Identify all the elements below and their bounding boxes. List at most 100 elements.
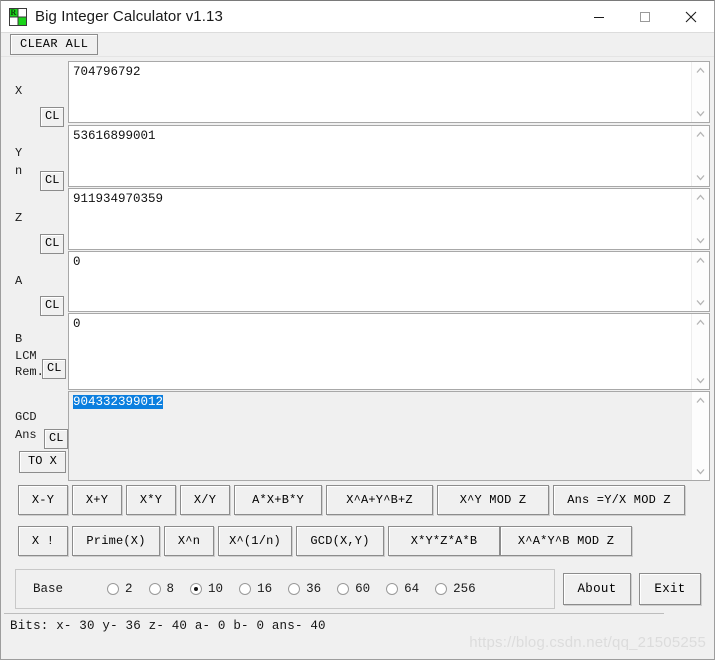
window-controls: [576, 1, 714, 32]
label-column-y: Yn CL: [4, 125, 70, 191]
radio-indicator-2[interactable]: [107, 583, 120, 595]
field-label-b-1: LCM: [15, 349, 37, 363]
title-bar: R Big Integer Calculator v1.13: [1, 1, 714, 33]
text-field-ans[interactable]: 904332399012: [68, 391, 710, 481]
close-button[interactable]: [668, 1, 714, 32]
label-column-b: B LCM Rem. CL: [4, 313, 70, 390]
base-radio-64[interactable]: 64: [386, 582, 419, 596]
operation-button-x-y-z-a-b[interactable]: X*Y*Z*A*B: [388, 526, 500, 556]
base-radio-36[interactable]: 36: [288, 582, 321, 596]
base-radio-group: 2 8 10 16 36 60 64 256: [107, 582, 492, 596]
scroll-down-icon-b[interactable]: [692, 372, 709, 389]
main-content: X CL 704796792 Yn CL 53616899001 Z CL 9119349703…: [1, 57, 714, 659]
vertical-scrollbar-b[interactable]: [691, 314, 709, 389]
text-field-b[interactable]: 0: [68, 313, 710, 390]
scroll-down-icon-x[interactable]: [692, 105, 709, 122]
text-field-value-y[interactable]: 53616899001: [69, 126, 691, 186]
selected-text-ans: 904332399012: [73, 395, 164, 409]
field-label-x-0: X: [15, 84, 23, 98]
scroll-down-icon-a[interactable]: [692, 294, 709, 311]
radio-indicator-60[interactable]: [337, 583, 350, 595]
operation-button-x-a-y-b-mod-z[interactable]: X^A*Y^B MOD Z: [500, 526, 632, 556]
clear-button-b[interactable]: CL: [42, 359, 67, 379]
svg-text:R: R: [11, 8, 17, 17]
base-radio-label-256: 256: [453, 582, 476, 596]
status-bar: Bits: x- 30 y- 36 z- 40 a- 0 b- 0 ans- 4…: [4, 613, 664, 638]
radio-indicator-16[interactable]: [239, 583, 252, 595]
scroll-up-icon-z[interactable]: [692, 189, 709, 206]
scroll-up-icon-y[interactable]: [692, 126, 709, 143]
field-label-ans-1: Ans: [15, 428, 37, 442]
vertical-scrollbar-x[interactable]: [691, 62, 709, 122]
base-radio-60[interactable]: 60: [337, 582, 370, 596]
text-field-value-z[interactable]: 911934970359: [69, 189, 691, 249]
radio-indicator-256[interactable]: [435, 583, 448, 595]
operation-button-x-1-n[interactable]: X^(1/n): [218, 526, 292, 556]
radio-indicator-36[interactable]: [288, 583, 301, 595]
operation-button-x-y-mod-z[interactable]: X^Y MOD Z: [437, 485, 549, 515]
base-radio-label-36: 36: [306, 582, 322, 596]
scroll-up-icon-x[interactable]: [692, 62, 709, 79]
scroll-down-icon-y[interactable]: [692, 169, 709, 186]
operation-button-x-n[interactable]: X^n: [164, 526, 214, 556]
text-field-x[interactable]: 704796792: [68, 61, 710, 123]
text-field-value-b[interactable]: 0: [69, 314, 691, 389]
to-x-button[interactable]: TO X: [19, 451, 66, 473]
vertical-scrollbar-z[interactable]: [691, 189, 709, 249]
scroll-down-icon-ans[interactable]: [692, 463, 709, 480]
text-field-z[interactable]: 911934970359: [68, 188, 710, 250]
application-window: R Big Integer Calculator v1.13 CLEAR ALL…: [0, 0, 715, 660]
operation-button-x-y[interactable]: X/Y: [180, 485, 230, 515]
base-radio-label-10: 10: [208, 582, 224, 596]
vertical-scrollbar-ans[interactable]: [691, 392, 709, 480]
exit-button[interactable]: Exit: [639, 573, 701, 605]
operation-button-x-y[interactable]: X*Y: [126, 485, 176, 515]
clear-button-ans[interactable]: CL: [44, 429, 69, 449]
operation-button-prime-x[interactable]: Prime(X): [72, 526, 160, 556]
operation-button-ans-y-x-mod-z[interactable]: Ans =Y/X MOD Z: [553, 485, 685, 515]
text-field-value-ans[interactable]: 904332399012: [69, 392, 691, 480]
operation-button-a-x-b-y[interactable]: A*X+B*Y: [234, 485, 322, 515]
operation-button-x[interactable]: X !: [18, 526, 68, 556]
field-label-y-0: Y: [15, 146, 23, 160]
scroll-up-icon-b[interactable]: [692, 314, 709, 331]
app-calculator-icon: R: [9, 7, 27, 26]
base-selector-row: Base 2 8 10 16 36 60 64 256 About Exit: [4, 569, 714, 609]
text-field-y[interactable]: 53616899001: [68, 125, 710, 187]
clear-all-button[interactable]: CLEAR ALL: [10, 34, 99, 55]
radio-indicator-10[interactable]: [190, 583, 203, 595]
text-field-a[interactable]: 0: [68, 251, 710, 312]
field-label-b-0: B: [15, 332, 23, 346]
radio-indicator-64[interactable]: [386, 583, 399, 595]
scroll-up-icon-a[interactable]: [692, 252, 709, 269]
operation-button-x-a-y-b-z[interactable]: X^A+Y^B+Z: [326, 485, 433, 515]
clear-button-x[interactable]: CL: [40, 107, 65, 127]
text-field-value-x[interactable]: 704796792: [69, 62, 691, 122]
maximize-button[interactable]: [622, 1, 668, 32]
base-radio-8[interactable]: 8: [148, 582, 174, 596]
base-radio-16[interactable]: 16: [239, 582, 272, 596]
base-radio-2[interactable]: 2: [107, 582, 133, 596]
base-label: Base: [33, 582, 64, 596]
field-row-a: A CL 0: [4, 251, 710, 316]
operation-button-x-y[interactable]: X+Y: [72, 485, 122, 515]
base-radio-256[interactable]: 256: [435, 582, 476, 596]
minimize-button[interactable]: [576, 1, 622, 32]
scroll-down-icon-z[interactable]: [692, 232, 709, 249]
operation-button-gcd-x-y[interactable]: GCD(X,Y): [296, 526, 384, 556]
text-field-value-a[interactable]: 0: [69, 252, 691, 311]
base-radio-label-2: 2: [125, 582, 133, 596]
vertical-scrollbar-y[interactable]: [691, 126, 709, 186]
operations-row-1: X-Y X+Y X*Y X/Y A*X+B*Y X^A+Y^B+Z X^Y MOD Z Ans…: [4, 485, 714, 516]
vertical-scrollbar-a[interactable]: [691, 252, 709, 311]
field-row-x: X CL 704796792: [4, 61, 710, 127]
operation-button-x-y[interactable]: X-Y: [18, 485, 68, 515]
base-radio-10[interactable]: 10: [190, 582, 223, 596]
field-label-ans-0: GCD: [15, 410, 37, 424]
label-column-a: A CL: [4, 251, 70, 316]
base-group-box: Base 2 8 10 16 36 60 64 256: [15, 569, 555, 609]
field-label-z-0: Z: [15, 211, 23, 225]
radio-indicator-8[interactable]: [148, 583, 161, 595]
scroll-up-icon-ans[interactable]: [692, 392, 709, 409]
about-button[interactable]: About: [563, 573, 631, 605]
